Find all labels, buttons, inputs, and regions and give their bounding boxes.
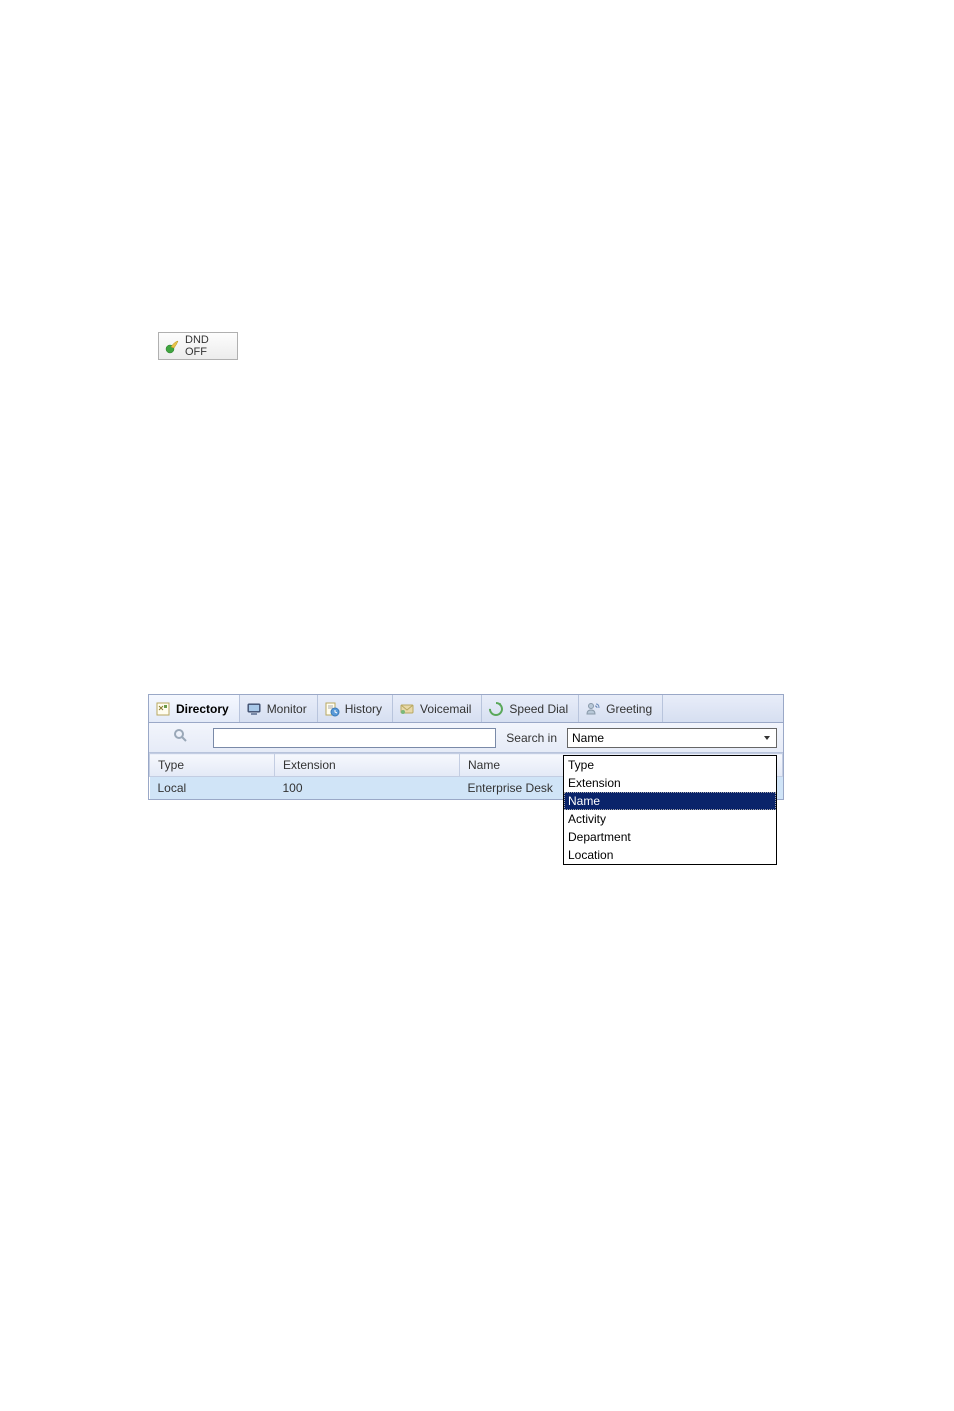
speed-dial-icon	[488, 701, 504, 717]
dropdown-option-activity[interactable]: Activity	[564, 810, 776, 828]
dropdown-option-name[interactable]: Name	[564, 792, 776, 810]
monitor-icon	[246, 701, 262, 717]
column-header-extension[interactable]: Extension	[275, 754, 460, 777]
tab-speed-dial[interactable]: Speed Dial	[482, 695, 579, 722]
tab-monitor[interactable]: Monitor	[240, 695, 318, 722]
dropdown-option-location[interactable]: Location	[564, 846, 776, 864]
search-icon	[173, 728, 189, 747]
dropdown-option-extension[interactable]: Extension	[564, 774, 776, 792]
search-in-dropdown-list: Type Extension Name Activity Department …	[563, 755, 777, 865]
tab-label: Monitor	[267, 702, 307, 716]
search-select-value: Name	[572, 731, 604, 745]
search-bar: Search in Name	[149, 723, 783, 753]
directory-icon	[155, 701, 171, 717]
tab-label: Voicemail	[420, 702, 471, 716]
history-icon	[324, 701, 340, 717]
tab-history[interactable]: History	[318, 695, 393, 722]
search-input[interactable]	[213, 728, 496, 748]
greeting-icon	[585, 701, 601, 717]
dnd-off-button[interactable]: DND OFF	[158, 332, 238, 360]
tab-label: History	[345, 702, 382, 716]
chevron-down-icon	[760, 731, 774, 745]
directory-panel: Directory Monitor	[148, 694, 784, 800]
search-in-label: Search in	[502, 731, 561, 745]
dnd-status-icon	[165, 338, 181, 354]
column-header-type[interactable]: Type	[150, 754, 275, 777]
tab-directory[interactable]: Directory	[149, 695, 240, 722]
tab-label: Speed Dial	[509, 702, 568, 716]
dnd-label: DND OFF	[185, 334, 231, 358]
search-in-select[interactable]: Name	[567, 728, 777, 748]
tab-bar: Directory Monitor	[149, 695, 783, 723]
cell-extension: 100	[275, 777, 460, 800]
voicemail-icon	[399, 701, 415, 717]
cell-type: Local	[150, 777, 275, 800]
tab-voicemail[interactable]: Voicemail	[393, 695, 482, 722]
dropdown-option-type[interactable]: Type	[564, 756, 776, 774]
tab-label: Greeting	[606, 702, 652, 716]
tab-label: Directory	[176, 702, 229, 716]
search-icon-wrap	[155, 728, 207, 747]
dropdown-option-department[interactable]: Department	[564, 828, 776, 846]
tab-greeting[interactable]: Greeting	[579, 695, 663, 722]
